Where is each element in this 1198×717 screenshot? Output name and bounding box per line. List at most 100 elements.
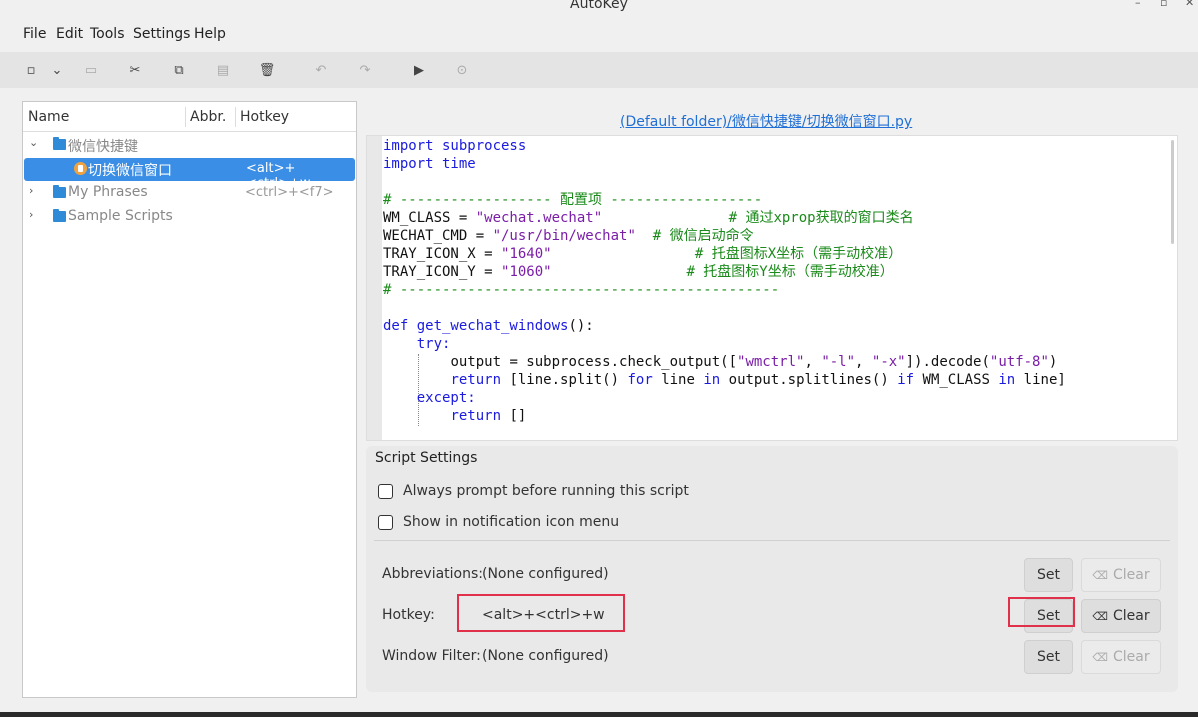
column-divider bbox=[235, 107, 236, 127]
code-token: output.splitlines() bbox=[728, 372, 898, 388]
abbreviations-clear-button[interactable]: ⌫ Clear bbox=[1081, 558, 1161, 592]
cut-icon[interactable]: ✂ bbox=[125, 60, 145, 80]
menu-help[interactable]: Help bbox=[194, 26, 226, 42]
tree-item-switch-wechat-script[interactable]: 切换微信窗口 <alt>+<ctrl>+w bbox=[24, 158, 355, 191]
code-text[interactable]: import subprocess import time # --------… bbox=[383, 137, 1066, 425]
column-abbr[interactable]: Abbr. bbox=[190, 109, 226, 125]
hotkey-set-highlight bbox=[1008, 597, 1075, 627]
tree-item-my-phrases[interactable]: › My Phrases <ctrl>+<f7> bbox=[23, 182, 356, 205]
button-label: Clear bbox=[1112, 567, 1150, 583]
script-tree[interactable]: Name Abbr. Hotkey ⌄ 微信快捷键 切换微信窗口 <alt>+<… bbox=[22, 101, 357, 698]
chevron-right-icon[interactable]: › bbox=[29, 184, 33, 197]
code-token: WECHAT_CMD = bbox=[383, 228, 493, 244]
tree-item-label: Sample Scripts bbox=[68, 208, 173, 224]
code-token: ]).decode( bbox=[905, 354, 990, 370]
show-notification-label[interactable]: Show in notification icon menu bbox=[403, 514, 619, 530]
code-token: , bbox=[855, 354, 872, 370]
window-bottom-edge bbox=[0, 712, 1198, 717]
menu-file[interactable]: File bbox=[23, 26, 46, 42]
code-token: return bbox=[450, 372, 510, 388]
code-token: line bbox=[661, 372, 704, 388]
maximize-icon[interactable]: ▫ bbox=[1160, 0, 1167, 9]
code-token: "1640" bbox=[501, 246, 552, 262]
script-path-link[interactable]: (Default folder)/微信快捷键/切换微信窗口.py bbox=[620, 111, 912, 131]
code-token: "1060" bbox=[501, 264, 552, 280]
code-line: import time bbox=[383, 156, 476, 172]
abbreviations-label: Abbreviations: bbox=[382, 566, 483, 582]
new-icon[interactable]: ▫ bbox=[21, 60, 41, 80]
column-hotkey[interactable]: Hotkey bbox=[240, 109, 289, 125]
code-token: def bbox=[383, 318, 417, 334]
code-line: # ------------------ 配置项 ---------------… bbox=[383, 192, 763, 208]
code-token: "utf-8" bbox=[989, 354, 1049, 370]
button-label: Set bbox=[1037, 649, 1060, 665]
hotkey-label: Hotkey: bbox=[382, 607, 435, 623]
code-editor[interactable]: import subprocess import time # --------… bbox=[366, 135, 1178, 441]
menu-bar: File Edit Tools Settings Help bbox=[0, 22, 1198, 48]
show-notification-checkbox[interactable] bbox=[378, 515, 393, 530]
code-token: # 微信启动命令 bbox=[635, 228, 754, 244]
tree-item-label: 微信快捷键 bbox=[68, 139, 138, 155]
code-token: WM_CLASS bbox=[922, 372, 999, 388]
column-name[interactable]: Name bbox=[28, 109, 69, 125]
record-icon[interactable]: ⊙ bbox=[452, 60, 472, 80]
code-token: line] bbox=[1023, 372, 1066, 388]
code-line: import subprocess bbox=[383, 138, 527, 154]
code-token: # 托盘图标X坐标（需手动校准） bbox=[551, 246, 903, 262]
close-icon[interactable]: ✕ bbox=[1185, 0, 1194, 9]
backspace-icon: ⌫ bbox=[1092, 650, 1108, 664]
code-token: , bbox=[804, 354, 822, 370]
undo-icon[interactable]: ↶ bbox=[311, 60, 331, 80]
abbreviations-set-button[interactable]: Set bbox=[1024, 558, 1073, 592]
hotkey-value-highlight bbox=[457, 594, 625, 632]
tree-item-label: 切换微信窗口 bbox=[88, 163, 172, 179]
paste-icon[interactable]: ▤ bbox=[213, 60, 233, 80]
dropdown-icon[interactable]: ⌄ bbox=[47, 60, 67, 80]
always-prompt-label[interactable]: Always prompt before running this script bbox=[403, 483, 689, 499]
settings-divider bbox=[374, 540, 1170, 541]
code-token: # 通过xprop获取的窗口类名 bbox=[602, 210, 914, 226]
code-token: return bbox=[450, 408, 510, 424]
title-bar: AutoKey – ▫ ✕ bbox=[0, 0, 1198, 14]
menu-settings[interactable]: Settings bbox=[133, 26, 190, 42]
window-filter-clear-button[interactable]: ⌫ Clear bbox=[1081, 640, 1161, 674]
chevron-right-icon[interactable]: › bbox=[29, 208, 33, 221]
folder-icon bbox=[53, 209, 66, 222]
minimize-icon[interactable]: – bbox=[1135, 0, 1141, 9]
script-settings-title: Script Settings bbox=[375, 450, 478, 466]
code-line: except: bbox=[416, 390, 476, 406]
code-token: "-x" bbox=[871, 354, 906, 370]
tree-item-sample-scripts[interactable]: › Sample Scripts bbox=[23, 206, 356, 229]
delete-icon[interactable]: 🗑 bbox=[257, 60, 277, 80]
chevron-down-icon[interactable]: ⌄ bbox=[29, 136, 38, 149]
code-token: [line.split() bbox=[509, 372, 628, 388]
editor-scrollbar[interactable] bbox=[1171, 140, 1174, 244]
button-label: Clear bbox=[1112, 608, 1150, 624]
tree-item-hotkey: <ctrl>+<f7> bbox=[245, 185, 334, 200]
code-token: get_wechat_windows bbox=[416, 318, 569, 334]
tree-item-wechat-folder[interactable]: ⌄ 微信快捷键 bbox=[23, 134, 356, 157]
code-token: TRAY_ICON_Y = bbox=[383, 264, 502, 280]
code-token: TRAY_ICON_X = bbox=[383, 246, 502, 262]
code-token: "-l" bbox=[821, 354, 856, 370]
button-label: Set bbox=[1037, 567, 1060, 583]
autokey-window: AutoKey – ▫ ✕ File Edit Tools Settings H… bbox=[0, 0, 1198, 717]
redo-icon[interactable]: ↷ bbox=[355, 60, 375, 80]
backspace-icon: ⌫ bbox=[1092, 568, 1108, 582]
code-token: "/usr/bin/wechat" bbox=[492, 228, 636, 244]
button-label: Clear bbox=[1112, 649, 1150, 665]
run-icon[interactable]: ▶ bbox=[409, 60, 429, 80]
new-folder-icon[interactable]: ▭ bbox=[81, 60, 101, 80]
window-title: AutoKey bbox=[570, 0, 628, 12]
tree-header: Name Abbr. Hotkey bbox=[23, 102, 356, 132]
column-divider bbox=[185, 107, 186, 127]
hotkey-clear-button[interactable]: ⌫ Clear bbox=[1081, 599, 1161, 633]
window-filter-set-button[interactable]: Set bbox=[1024, 640, 1073, 674]
menu-edit[interactable]: Edit bbox=[56, 26, 83, 42]
copy-icon[interactable]: ⧉ bbox=[169, 60, 189, 80]
code-token: # 托盘图标Y坐标（需手动校准） bbox=[551, 264, 894, 280]
script-icon bbox=[74, 162, 87, 175]
always-prompt-checkbox[interactable] bbox=[378, 484, 393, 499]
menu-tools[interactable]: Tools bbox=[90, 26, 125, 42]
code-token: output = subprocess.check_output([ bbox=[450, 354, 738, 370]
